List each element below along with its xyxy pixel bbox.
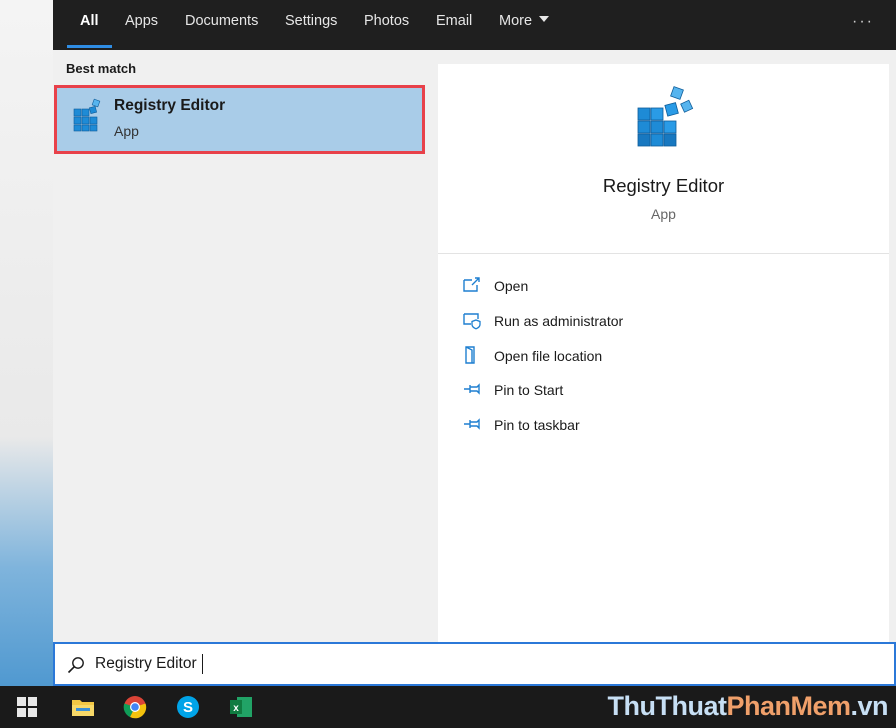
windows-start-icon bbox=[16, 697, 37, 717]
watermark-part-1: ThuThuat bbox=[607, 691, 727, 721]
result-subtitle: App bbox=[114, 123, 139, 139]
skype-icon: S bbox=[176, 696, 199, 718]
pin-icon bbox=[464, 383, 480, 395]
shield-icon bbox=[463, 313, 481, 330]
folder-location-icon bbox=[465, 346, 475, 364]
action-open[interactable]: Open bbox=[462, 275, 882, 299]
file-explorer-icon bbox=[71, 700, 94, 716]
taskbar-file-explorer[interactable] bbox=[56, 686, 109, 728]
action-label: Run as administrator bbox=[494, 313, 624, 329]
chevron-down-icon bbox=[539, 16, 550, 23]
detail-pane: Registry Editor App Open Run as administ… bbox=[438, 64, 889, 642]
pin-icon bbox=[464, 418, 480, 430]
registry-editor-icon bbox=[73, 98, 101, 132]
tab-more[interactable]: More bbox=[499, 0, 550, 50]
watermark-part-3: .vn bbox=[850, 691, 888, 721]
site-watermark: ThuThuatPhanMem.vn bbox=[607, 691, 888, 722]
results-list: Best match Registry Editor App bbox=[53, 50, 425, 642]
action-open-file-location[interactable]: Open file location bbox=[462, 345, 882, 369]
open-icon bbox=[463, 277, 480, 292]
start-search-panel: All Apps Documents Settings Photos Email… bbox=[53, 0, 896, 686]
svg-text:S: S bbox=[182, 699, 192, 716]
tab-documents[interactable]: Documents bbox=[185, 0, 258, 50]
watermark-part-2: PhanMem bbox=[726, 691, 851, 721]
taskbar-excel[interactable]: x bbox=[214, 686, 267, 728]
tab-apps[interactable]: Apps bbox=[125, 0, 158, 50]
taskbar: S x ThuThuatPhanMem.vn bbox=[0, 686, 896, 728]
ellipsis-icon[interactable]: ··· bbox=[852, 13, 874, 31]
taskbar-chrome[interactable] bbox=[108, 686, 161, 728]
action-label: Open bbox=[494, 278, 529, 294]
taskbar-skype[interactable]: S bbox=[161, 686, 214, 728]
search-filter-tabs: All Apps Documents Settings Photos Email… bbox=[53, 0, 896, 50]
registry-editor-icon bbox=[637, 86, 694, 147]
tab-photos[interactable]: Photos bbox=[364, 0, 409, 50]
text-cursor bbox=[202, 654, 203, 674]
tab-more-label: More bbox=[499, 13, 533, 29]
detail-header: Registry Editor App bbox=[438, 64, 889, 254]
tab-settings[interactable]: Settings bbox=[285, 0, 337, 50]
action-run-as-administrator[interactable]: Run as administrator bbox=[462, 310, 882, 334]
action-pin-to-start[interactable]: Pin to Start bbox=[462, 379, 882, 403]
action-label: Open file location bbox=[494, 348, 603, 364]
chrome-icon bbox=[123, 696, 146, 719]
excel-icon: x bbox=[229, 697, 252, 717]
action-pin-to-taskbar[interactable]: Pin to taskbar bbox=[462, 414, 882, 438]
action-label: Pin to taskbar bbox=[494, 417, 580, 433]
search-box[interactable] bbox=[53, 642, 896, 686]
tab-all[interactable]: All bbox=[67, 0, 111, 50]
start-button[interactable] bbox=[0, 686, 53, 728]
best-match-heading: Best match bbox=[66, 61, 137, 76]
svg-text:x: x bbox=[233, 703, 239, 714]
search-icon bbox=[67, 657, 84, 674]
result-title: Registry Editor bbox=[114, 97, 226, 114]
tab-email[interactable]: Email bbox=[436, 0, 472, 50]
detail-subtitle: App bbox=[651, 206, 676, 222]
best-match-result[interactable]: Registry Editor App bbox=[54, 85, 425, 154]
action-label: Pin to Start bbox=[494, 382, 564, 398]
search-input[interactable] bbox=[95, 651, 795, 677]
detail-title: Registry Editor bbox=[602, 175, 725, 196]
